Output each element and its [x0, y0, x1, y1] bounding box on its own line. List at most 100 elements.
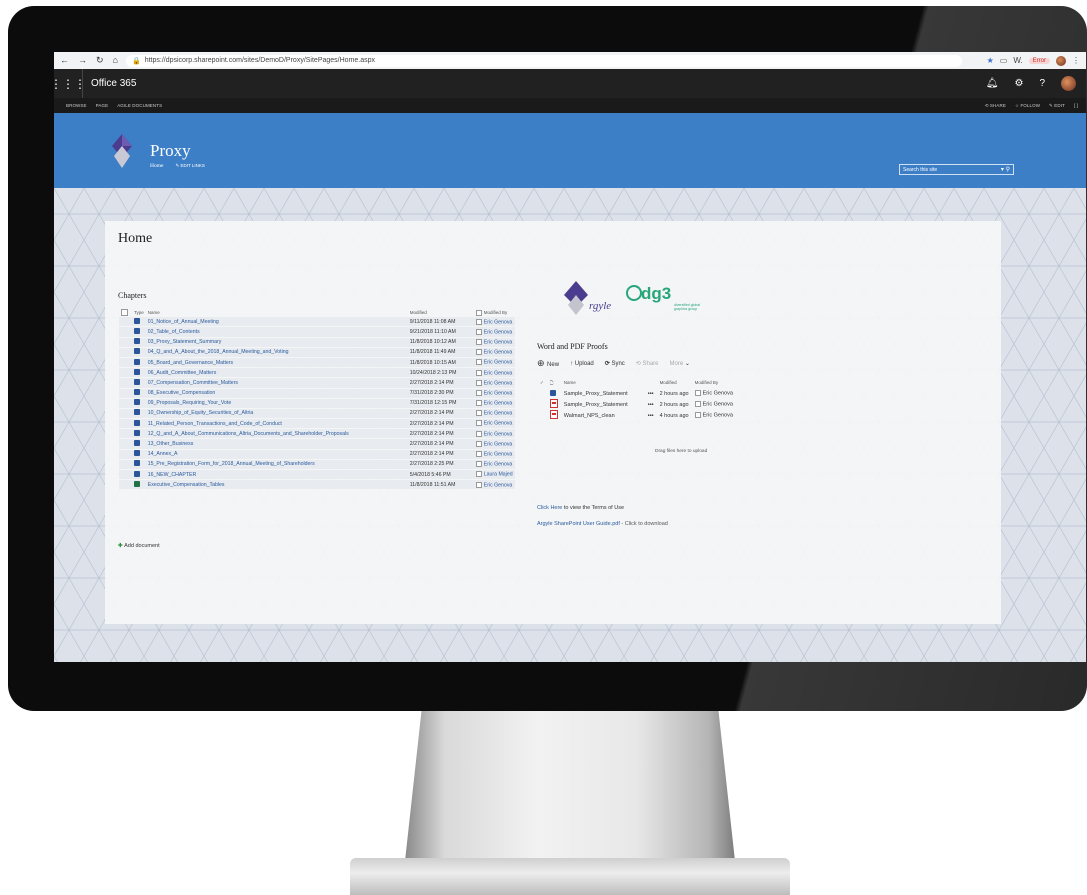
modified-by-link[interactable]: Eric Genova [473, 398, 515, 409]
reload-icon[interactable]: ↻ [96, 55, 104, 66]
app-launcher-icon[interactable]: ⋮⋮⋮ [54, 69, 86, 98]
user-guide-link[interactable]: Argyle SharePoint User Guide.pdf [537, 521, 620, 527]
row-checkbox[interactable] [119, 326, 132, 338]
row-checkbox[interactable] [119, 337, 132, 348]
ellipsis-menu-icon[interactable]: ••• [645, 399, 657, 410]
modified-by-link[interactable]: Eric Genova [473, 459, 515, 471]
file-name-link[interactable]: 16_NEW_CHAPTER [145, 469, 408, 481]
row-checkbox[interactable] [119, 377, 132, 389]
nav-home-link[interactable]: Home [150, 163, 163, 169]
file-name-link[interactable]: 08_Executive_Compensation [145, 388, 408, 399]
focus-content-icon[interactable]: [ ] [1074, 103, 1078, 109]
modified-by-link[interactable]: Eric Genova [473, 317, 515, 328]
row-checkbox[interactable] [119, 367, 132, 379]
proofs-title[interactable]: Word and PDF Proofs [537, 342, 608, 351]
share-doc-button[interactable]: ⟲ Share [636, 360, 659, 367]
file-name-link[interactable]: Walmart_NPS_clean [561, 410, 645, 421]
chapters-title[interactable]: Chapters [118, 291, 146, 300]
file-name-link[interactable]: 15_Pre_Registration_Form_for_2018_Annual… [145, 459, 408, 471]
site-search-input[interactable]: Search this site ▾ ⚲ [899, 164, 1014, 175]
modified-by-link[interactable]: Eric Genova [473, 347, 515, 358]
modified-by-link[interactable]: Eric Genova [473, 479, 515, 491]
modified-by-link[interactable]: Eric Genova [473, 326, 515, 338]
modified-by-link[interactable]: Eric Genova [473, 357, 515, 369]
table-row[interactable]: Executive_Compensation_Tables 11/8/2018 1… [119, 479, 515, 491]
bookmark-star-icon[interactable]: ★ [987, 56, 994, 65]
modified-by-link[interactable]: Eric Genova [473, 449, 515, 460]
more-button[interactable]: More ⌄ [670, 360, 690, 367]
column-name[interactable]: Name [146, 308, 408, 317]
row-checkbox[interactable] [119, 469, 132, 481]
modified-by-link[interactable]: Eric Genova [473, 418, 515, 430]
file-name-link[interactable]: Sample_Proxy_Statement [561, 399, 645, 410]
tab-browse[interactable]: BROWSE [66, 103, 87, 108]
table-row[interactable]: Sample_Proxy_Statement ••• 2 hours ago Eric… [537, 399, 736, 410]
table-row[interactable]: 08_Executive_Compensation 7/31/2018 2:30 … [119, 388, 515, 399]
add-document-link[interactable]: ✚ Add document [118, 543, 160, 549]
modified-by-link[interactable]: Eric Genova [473, 408, 515, 420]
table-row[interactable]: 07_Compensation_Committee_Matters 2/27/20… [119, 377, 515, 389]
cast-icon[interactable]: ▭ [1000, 56, 1008, 65]
table-row[interactable]: 10_Ownership_of_Equity_Securities_of_Alt… [119, 408, 515, 420]
select-all-check-icon[interactable]: ✓ [537, 377, 547, 388]
site-logo-icon[interactable] [112, 134, 132, 168]
home-icon[interactable]: ⌂ [113, 55, 118, 66]
row-checkbox[interactable] [119, 357, 132, 369]
file-name-link[interactable]: Sample_Proxy_Statement [561, 388, 645, 399]
row-checkbox[interactable] [119, 388, 132, 399]
site-title[interactable]: Proxy [150, 141, 191, 161]
file-name-link[interactable]: 09_Proposals_Requiring_Your_Vote [145, 398, 408, 409]
file-name-link[interactable]: Executive_Compensation_Tables [145, 479, 408, 491]
user-avatar[interactable] [1061, 76, 1076, 91]
modified-by-link[interactable]: Eric Genova [473, 377, 515, 389]
ellipsis-menu-icon[interactable]: ••• [645, 410, 657, 421]
modified-by-link[interactable]: Eric Genova [692, 388, 736, 399]
table-row[interactable]: 05_Board_and_Governance_Matters 11/8/2018… [119, 357, 515, 369]
tab-agile-documents[interactable]: AGILE DOCUMENTS [117, 103, 162, 108]
tab-page[interactable]: PAGE [96, 103, 109, 108]
modified-by-link[interactable]: Laura Majed [473, 469, 515, 481]
search-dropdown-icon[interactable]: ▾ ⚲ [1001, 166, 1010, 173]
file-name-link[interactable]: 05_Board_and_Governance_Matters [145, 357, 408, 369]
row-checkbox[interactable] [119, 347, 132, 358]
edit-button[interactable]: ✎ EDIT [1049, 103, 1065, 109]
modified-by-link[interactable]: Eric Genova [473, 337, 515, 348]
file-name-link[interactable]: 10_Ownership_of_Equity_Securities_of_Alt… [145, 408, 408, 420]
address-bar[interactable]: 🔒 https://dpsicorp.sharepoint.com/sites/… [125, 54, 962, 67]
table-row[interactable]: 03_Proxy_Statement_Summary 11/8/2018 10:1… [119, 337, 515, 348]
upload-button[interactable]: ↑ Upload [570, 361, 594, 367]
edit-links-button[interactable]: ✎ EDIT LINKS [175, 163, 204, 169]
terms-link[interactable]: Click Here [537, 505, 562, 511]
error-badge[interactable]: Error [1028, 57, 1050, 64]
table-row[interactable]: 15_Pre_Registration_Form_for_2018_Annual… [119, 459, 515, 471]
column-name[interactable]: Name [561, 377, 645, 388]
table-row[interactable]: 01_Notice_of_Annual_Meeting 9/11/2018 11:… [119, 317, 515, 328]
modified-by-link[interactable]: Eric Genova [473, 388, 515, 399]
row-checkbox[interactable] [119, 317, 132, 328]
row-checkbox[interactable] [119, 479, 132, 491]
row-checkbox[interactable] [119, 418, 132, 430]
table-row[interactable]: Sample_Proxy_Statement ••• 2 hours ago Eric… [537, 388, 736, 399]
back-icon[interactable]: ← [60, 55, 69, 66]
modified-by-link[interactable]: Eric Genova [473, 438, 515, 450]
ellipsis-menu-icon[interactable]: ••• [645, 388, 657, 399]
file-name-link[interactable]: 01_Notice_of_Annual_Meeting [145, 317, 408, 328]
file-name-link[interactable]: 06_Audit_Committee_Matters [145, 367, 408, 379]
column-modified[interactable]: Modified [408, 308, 474, 317]
row-checkbox[interactable] [119, 438, 132, 450]
column-type[interactable]: Type [132, 308, 146, 317]
row-checkbox[interactable] [119, 408, 132, 420]
modified-by-link[interactable]: Eric Genova [473, 428, 515, 440]
file-name-link[interactable]: 11_Related_Person_Transactions_and_Code_… [145, 418, 408, 430]
select-all-checkbox[interactable] [119, 308, 132, 317]
table-row[interactable]: 09_Proposals_Requiring_Your_Vote 7/31/201… [119, 398, 515, 409]
notification-bell-icon[interactable]: 🔔︎ [986, 78, 999, 89]
suite-brand[interactable]: Office 365 [91, 78, 136, 89]
column-modified[interactable]: Modified [657, 377, 692, 388]
table-row[interactable]: 14_Annex_A 2/27/2018 2:14 PM Eric Genova [119, 449, 515, 460]
help-icon[interactable]: ? [1039, 78, 1045, 89]
row-checkbox[interactable] [119, 398, 132, 409]
row-checkbox[interactable] [119, 428, 132, 440]
settings-gear-icon[interactable]: ⚙ [1014, 78, 1023, 89]
modified-by-link[interactable]: Eric Genova [692, 399, 736, 410]
